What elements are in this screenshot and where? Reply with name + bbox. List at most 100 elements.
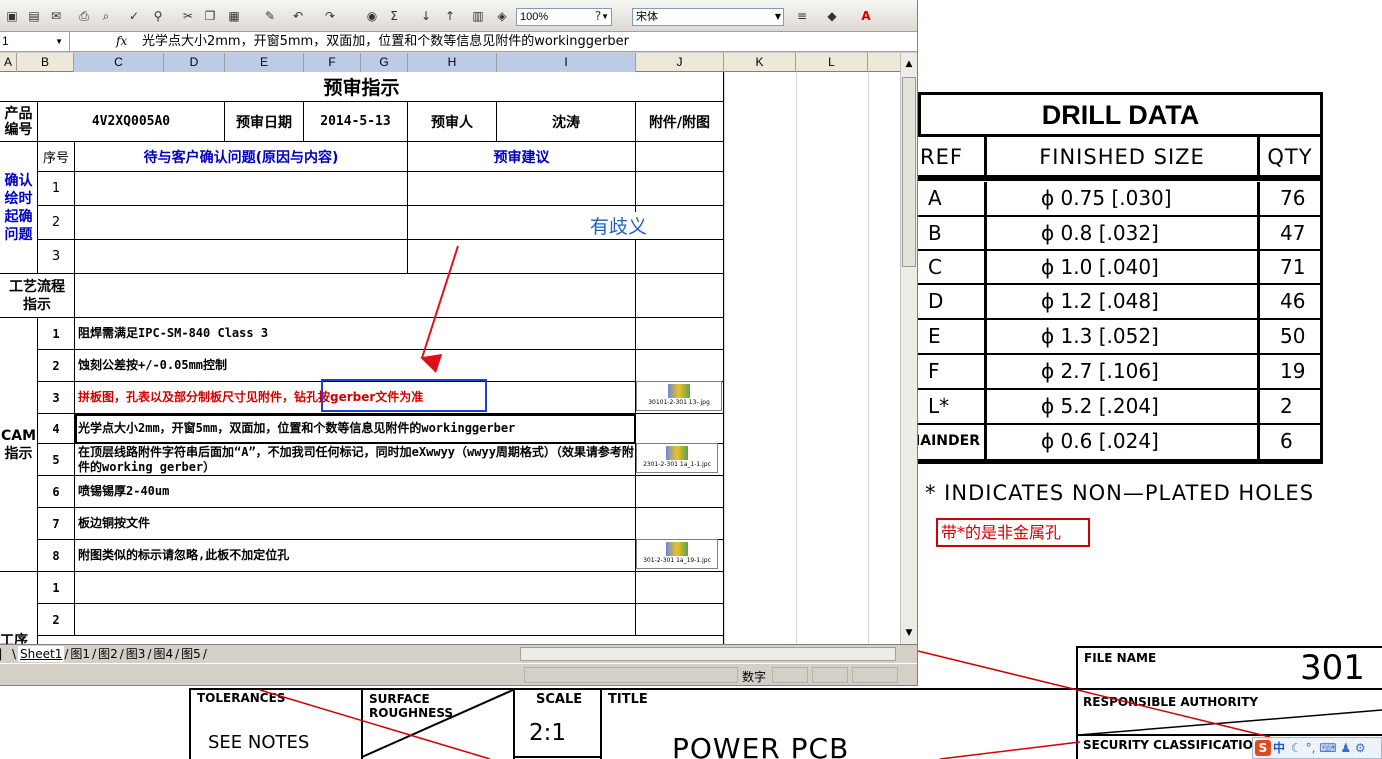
cam-instruction-cell[interactable]: 附图类似的标示请忽略,此板不加定位孔 <box>75 540 636 572</box>
row-number[interactable]: 1 <box>38 572 75 604</box>
column-header[interactable]: F <box>304 53 361 72</box>
font-color-icon[interactable]: A <box>858 8 874 24</box>
row-number[interactable]: 3 <box>38 382 75 414</box>
print-icon[interactable]: ⎙ <box>76 8 92 24</box>
attachment-cell[interactable] <box>636 274 724 318</box>
row-number[interactable]: 5 <box>38 444 75 476</box>
attachment-cell[interactable] <box>636 508 724 540</box>
row-number[interactable]: 4 <box>38 414 75 444</box>
sheet-tab-5[interactable]: 图4 <box>151 646 175 662</box>
attachment-cell[interactable] <box>636 572 724 604</box>
product-no-label[interactable]: 产品 编号 <box>0 102 38 142</box>
scroll-thumb[interactable] <box>902 77 916 267</box>
issue-cell[interactable] <box>75 172 408 206</box>
cam-instruction-cell[interactable]: 板边铜按文件 <box>75 508 636 540</box>
sort-ascending-icon[interactable]: ↓ <box>418 8 434 24</box>
fill-color-icon[interactable]: ◆ <box>824 8 840 24</box>
ime-tools-icon[interactable]: ☾ °, ⌨ ♟ ⚙ <box>1291 741 1366 755</box>
row-number[interactable]: 7 <box>38 508 75 540</box>
paste-icon[interactable]: ▦ <box>226 8 242 24</box>
row-number[interactable]: 2 <box>38 604 75 636</box>
cam-instruction-cell[interactable]: 喷锡锡厚2-40um <box>75 476 636 508</box>
sheet-tab-6[interactable]: 图5 <box>179 646 203 662</box>
undo-icon[interactable]: ↶ <box>290 8 306 24</box>
row-number[interactable]: 1 <box>38 172 75 206</box>
row-number[interactable]: 2 <box>38 350 75 382</box>
sheet-tab-2[interactable]: 图1 <box>68 646 92 662</box>
column-header[interactable]: I <box>497 53 636 72</box>
issue-cell[interactable] <box>75 206 408 240</box>
issue-cell[interactable] <box>75 240 408 274</box>
formula-input[interactable]: 光学点大小2mm，开窗5mm，双面加，位置和个数等信息见附件的workingge… <box>142 32 629 51</box>
cam-instruction-cell[interactable]: 蚀刻公差按+/-0.05mm控制 <box>75 350 636 382</box>
research-icon[interactable]: ⚲ <box>150 8 166 24</box>
scroll-up-icon[interactable]: ▲ <box>902 55 916 73</box>
sheet-grid[interactable]: 预审指示 产品 编号 4V2XQ005A0 预审日期 2014-5-13 预审人… <box>0 72 900 644</box>
advice-cell[interactable] <box>408 240 636 274</box>
column-header[interactable]: H <box>408 53 497 72</box>
attachment-cell[interactable] <box>636 318 724 350</box>
empty-cell[interactable] <box>75 572 636 604</box>
name-box[interactable]: 1 ▼ <box>0 32 70 51</box>
sort-descending-icon[interactable]: ↑ <box>442 8 458 24</box>
scroll-down-icon[interactable]: ▼ <box>902 624 916 642</box>
column-header[interactable]: J <box>636 53 724 72</box>
attachment-cell[interactable] <box>636 172 724 206</box>
column-header[interactable]: K <box>724 53 796 72</box>
attachment-cell[interactable] <box>636 350 724 382</box>
vertical-scrollbar[interactable]: ▲ ▼ <box>900 53 917 644</box>
bottom-section-label[interactable]: 工序 <box>0 572 38 644</box>
attachment-thumbnail[interactable]: 30101-2-301 13-.jpg <box>636 381 722 411</box>
review-date-label[interactable]: 预审日期 <box>225 102 304 142</box>
column-header[interactable]: C <box>74 53 164 72</box>
hyperlink-icon[interactable]: ◉ <box>364 8 380 24</box>
cam-instruction-cell[interactable]: 阻焊需满足IPC-SM-840 Class 3 <box>75 318 636 350</box>
align-icon[interactable]: ≡ <box>794 8 810 24</box>
attachment-label[interactable]: 附件/附图 <box>636 102 724 142</box>
attachment-cell[interactable] <box>636 604 724 636</box>
attachment-thumbnail[interactable]: 2301-2-301 1a_1-1.jpc <box>636 443 718 473</box>
row-number[interactable]: 3 <box>38 240 75 274</box>
redo-icon[interactable]: ↷ <box>322 8 338 24</box>
chart-wizard-icon[interactable]: ▥ <box>470 8 486 24</box>
empty-cell[interactable] <box>75 604 636 636</box>
row-number[interactable]: 1 <box>38 318 75 350</box>
attachment-thumbnail[interactable]: 301-2-301 1a_19-1.jpc <box>636 539 718 569</box>
advice-header[interactable]: 预审建议 <box>408 142 636 172</box>
drawing-icon[interactable]: ◈ <box>494 8 510 24</box>
sheet-tab-3[interactable]: 图2 <box>96 646 120 662</box>
product-no-value[interactable]: 4V2XQ005A0 <box>38 102 225 142</box>
seq-label[interactable]: 序号 <box>38 142 75 172</box>
column-header[interactable]: E <box>225 53 304 72</box>
copy-icon[interactable]: ❐ <box>202 8 218 24</box>
cam-section-label[interactable]: CAM 指示 <box>0 318 38 572</box>
process-cell[interactable] <box>75 274 636 318</box>
email-icon[interactable]: ✉ <box>48 8 64 24</box>
column-header[interactable]: B <box>17 53 74 72</box>
process-label[interactable]: 工艺流程 指示 <box>0 274 75 318</box>
advice-cell[interactable] <box>408 172 636 206</box>
spelling-icon[interactable]: ✓ <box>126 8 142 24</box>
help-icon[interactable]: ? <box>590 8 606 24</box>
print-preview-icon[interactable]: ⌕ <box>98 8 114 24</box>
row-number[interactable]: 8 <box>38 540 75 572</box>
cut-icon[interactable]: ✂ <box>180 8 196 24</box>
column-header[interactable]: D <box>164 53 225 72</box>
fx-icon[interactable]: fx <box>116 32 127 51</box>
review-date-value[interactable]: 2014-5-13 <box>304 102 408 142</box>
save-icon[interactable]: ▣ <box>4 8 20 24</box>
sheet-title[interactable]: 预审指示 <box>0 72 724 102</box>
reviewer-label[interactable]: 预审人 <box>408 102 497 142</box>
column-header[interactable]: L <box>796 53 868 72</box>
reviewer-value[interactable]: 沈涛 <box>497 102 636 142</box>
ime-mode[interactable]: 中 <box>1273 741 1285 755</box>
attachment-cell[interactable] <box>636 240 724 274</box>
cam-instruction-cell[interactable]: 在顶层线路附件字符串后面加“A”，不加我司任何标记，同时加eXwwyy（wwyy… <box>75 444 636 476</box>
tab-nav-icon[interactable]: ⎸\ <box>0 646 18 662</box>
attachment-cell[interactable] <box>636 414 724 444</box>
font-select[interactable]: 宋体 ▼ <box>632 8 784 26</box>
ime-toolbar[interactable]: S 中 ☾ °, ⌨ ♟ ⚙ <box>1252 737 1382 759</box>
horizontal-scrollbar[interactable] <box>520 647 896 661</box>
row-number[interactable]: 2 <box>38 206 75 240</box>
empty-cell[interactable] <box>38 636 724 644</box>
